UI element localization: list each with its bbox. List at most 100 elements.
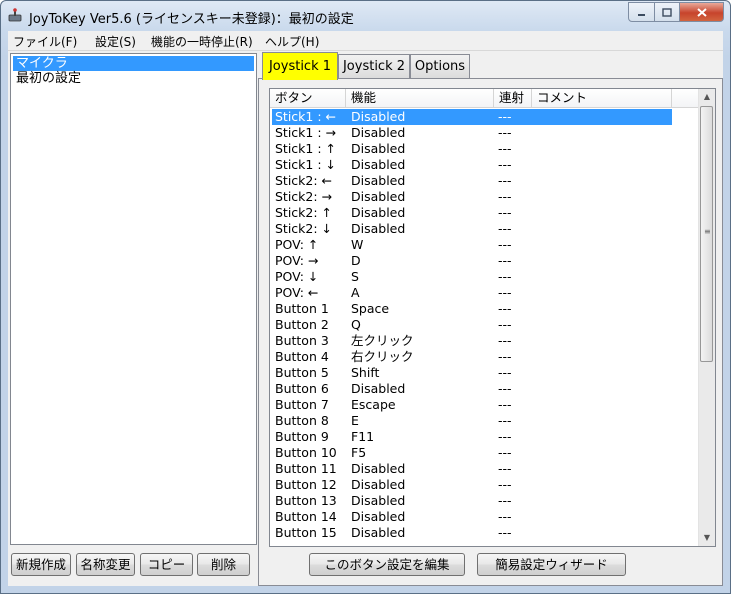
table-row[interactable]: Button 15 Disabled --- <box>272 525 672 541</box>
table-row[interactable]: POV: ↓ S --- <box>272 269 672 285</box>
row-function: 右クリック <box>351 349 414 364</box>
app-window: JoyToKey Ver5.6 (ライセンスキー未登録)：最初の設定 ファイル(… <box>0 0 731 594</box>
row-button-name: Stick2: ← <box>275 173 333 188</box>
row-rapid-fire: --- <box>498 285 512 300</box>
row-rapid-fire: --- <box>498 365 512 380</box>
table-row[interactable]: Button 9 F11 --- <box>272 429 672 445</box>
row-button-name: Button 13 <box>275 493 337 508</box>
profile-item[interactable]: 最初の設定 <box>13 71 254 86</box>
row-function: W <box>351 237 364 252</box>
row-button-name: Button 4 <box>275 349 329 364</box>
row-function: Q <box>351 317 361 332</box>
row-function: F5 <box>351 445 367 460</box>
column-header-button[interactable]: ボタン <box>270 89 346 107</box>
row-button-name: Button 9 <box>275 429 329 444</box>
table-row[interactable]: Button 8 E --- <box>272 413 672 429</box>
profile-item[interactable]: マイクラ <box>13 56 254 71</box>
row-button-name: Button 3 <box>275 333 329 348</box>
client-area: マイクラ 最初の設定 新規作成 名称変更 コピー 削除 Joystick 1 J… <box>8 51 723 586</box>
table-row[interactable]: Stick1 : ↑ Disabled --- <box>272 141 672 157</box>
row-function: Disabled <box>351 461 406 476</box>
row-rapid-fire: --- <box>498 349 512 364</box>
row-function: Escape <box>351 397 396 412</box>
row-function: A <box>351 285 360 300</box>
menu-help[interactable]: ヘルプ(H) <box>265 33 319 50</box>
table-row[interactable]: Stick1 : → Disabled --- <box>272 125 672 141</box>
scroll-up-arrow[interactable]: ▲ <box>699 89 715 105</box>
grip-icon: ≡ <box>704 227 711 236</box>
minimize-button[interactable] <box>628 2 655 22</box>
table-row[interactable]: POV: → D --- <box>272 253 672 269</box>
table-row[interactable]: Button 11 Disabled --- <box>272 461 672 477</box>
column-header-comment[interactable]: コメント <box>532 89 672 107</box>
table-row[interactable]: Button 2 Q --- <box>272 317 672 333</box>
row-button-name: Button 14 <box>275 509 337 524</box>
table-row[interactable]: Stick1 : ↓ Disabled --- <box>272 157 672 173</box>
column-header-rapid[interactable]: 連射 <box>494 89 532 107</box>
menu-pause[interactable]: 機能の一時停止(R) <box>151 33 253 50</box>
menu-file[interactable]: ファイル(F) <box>13 33 77 50</box>
scroll-thumb[interactable]: ≡ <box>700 106 713 362</box>
row-rapid-fire: --- <box>498 429 512 444</box>
table-row[interactable]: Button 6 Disabled --- <box>272 381 672 397</box>
profile-list[interactable]: マイクラ 最初の設定 <box>10 53 257 545</box>
menu-bar: ファイル(F) 設定(S) 機能の一時停止(R) ヘルプ(H) <box>8 31 723 51</box>
table-row[interactable]: Stick1 : ← Disabled --- <box>272 109 672 125</box>
maximize-icon <box>662 7 672 17</box>
table-row[interactable]: Button 1 Space --- <box>272 301 672 317</box>
new-profile-button[interactable]: 新規作成 <box>11 553 71 576</box>
table-row[interactable]: Stick2: ↑ Disabled --- <box>272 205 672 221</box>
tab-content: ボタン 機能 連射 コメント Stick1 : ← Disabled --- Stic… <box>258 78 723 586</box>
row-rapid-fire: --- <box>498 125 512 140</box>
row-rapid-fire: --- <box>498 461 512 476</box>
table-row[interactable]: POV: ↑ W --- <box>272 237 672 253</box>
row-rapid-fire: --- <box>498 317 512 332</box>
scroll-down-arrow[interactable]: ▼ <box>699 530 715 546</box>
table-row[interactable]: Stick2: ↓ Disabled --- <box>272 221 672 237</box>
row-rapid-fire: --- <box>498 493 512 508</box>
tab-options[interactable]: Options <box>410 54 470 78</box>
maximize-button[interactable] <box>655 2 680 22</box>
title-bar[interactable]: JoyToKey Ver5.6 (ライセンスキー未登録)：最初の設定 <box>1 1 730 31</box>
table-row[interactable]: POV: ← A --- <box>272 285 672 301</box>
row-button-name: Button 5 <box>275 365 329 380</box>
copy-profile-button[interactable]: コピー <box>140 553 193 576</box>
row-function: Disabled <box>351 173 406 188</box>
table-row[interactable]: Button 13 Disabled --- <box>272 493 672 509</box>
minimize-icon <box>638 13 645 16</box>
table-row[interactable]: Stick2: ← Disabled --- <box>272 173 672 189</box>
table-row[interactable]: Button 4 右クリック --- <box>272 349 672 365</box>
row-rapid-fire: --- <box>498 189 512 204</box>
row-button-name: Button 6 <box>275 381 329 396</box>
table-row[interactable]: Button 7 Escape --- <box>272 397 672 413</box>
setup-wizard-button[interactable]: 簡易設定ウィザード <box>477 553 626 576</box>
row-rapid-fire: --- <box>498 333 512 348</box>
table-row[interactable]: Button 12 Disabled --- <box>272 477 672 493</box>
rename-profile-button[interactable]: 名称変更 <box>76 553 135 576</box>
row-button-name: Stick2: → <box>275 189 333 204</box>
delete-profile-button[interactable]: 削除 <box>197 553 250 576</box>
vertical-scrollbar[interactable]: ▲ ≡ ▼ <box>698 89 715 546</box>
button-assignment-list[interactable]: ボタン 機能 連射 コメント Stick1 : ← Disabled --- Stic… <box>269 88 716 547</box>
table-row[interactable]: Stick2: → Disabled --- <box>272 189 672 205</box>
menu-settings[interactable]: 設定(S) <box>95 33 136 50</box>
table-row[interactable]: Button 10 F5 --- <box>272 445 672 461</box>
table-row[interactable]: Button 5 Shift --- <box>272 365 672 381</box>
close-button[interactable] <box>680 2 724 22</box>
joystick-icon <box>8 8 22 22</box>
row-function: Disabled <box>351 189 406 204</box>
row-rapid-fire: --- <box>498 237 512 252</box>
table-row[interactable]: Button 3 左クリック --- <box>272 333 672 349</box>
row-rapid-fire: --- <box>498 221 512 236</box>
row-button-name: Button 15 <box>275 525 337 540</box>
row-rapid-fire: --- <box>498 445 512 460</box>
row-button-name: Button 12 <box>275 477 337 492</box>
tab-joystick-1[interactable]: Joystick 1 <box>262 52 338 80</box>
row-button-name: POV: → <box>275 253 319 268</box>
row-function: Disabled <box>351 493 406 508</box>
column-header-function[interactable]: 機能 <box>346 89 494 107</box>
table-row[interactable]: Button 14 Disabled --- <box>272 509 672 525</box>
row-function: Disabled <box>351 141 406 156</box>
edit-button-setting-button[interactable]: このボタン設定を編集 <box>309 553 465 576</box>
tab-joystick-2[interactable]: Joystick 2 <box>338 54 410 78</box>
